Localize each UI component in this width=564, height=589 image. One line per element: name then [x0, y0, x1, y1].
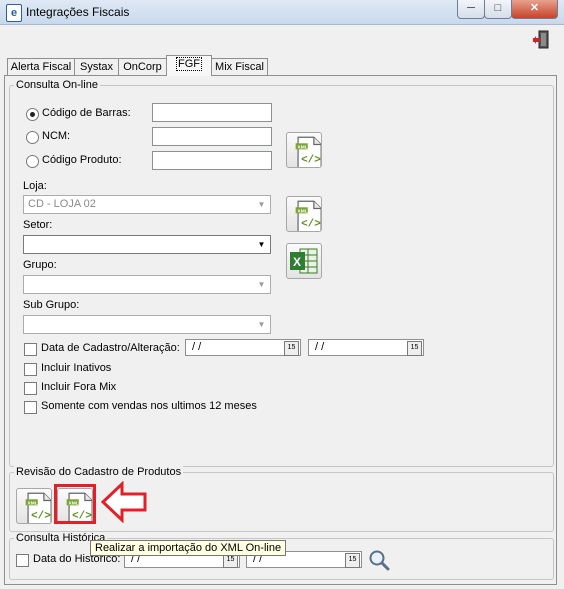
somente-vendas-checkbox[interactable]: [24, 401, 37, 414]
xml-loja-button[interactable]: [286, 196, 322, 232]
label-data-cadastro: Data de Cadastro/Alteração:: [41, 342, 180, 354]
label-loja: Loja:: [23, 180, 47, 192]
label-somente-vendas: Somente com vendas nos ultimos 12 meses: [41, 400, 257, 412]
label-ncm: NCM:: [42, 130, 71, 142]
chevron-down-icon: ▼: [257, 280, 266, 289]
xml-revisao-button[interactable]: [16, 488, 52, 524]
calendar-icon[interactable]: 15: [284, 341, 299, 356]
arrow-left-icon: [100, 481, 147, 523]
date-to-value: / /: [315, 341, 325, 353]
svg-text:X: X: [293, 255, 301, 269]
radio-codigo-produto[interactable]: [26, 155, 39, 168]
exit-door-icon[interactable]: [532, 30, 550, 50]
consulta-online-legend: Consulta On-line: [14, 79, 100, 91]
chevron-down-icon: ▼: [257, 240, 266, 249]
label-incluir-inativos: Incluir Inativos: [41, 362, 112, 374]
revisao-legend: Revisão do Cadastro de Produtos: [14, 466, 184, 478]
app-icon: e: [6, 4, 22, 22]
label-grupo: Grupo:: [23, 259, 57, 271]
label-subgrupo: Sub Grupo:: [23, 299, 80, 311]
label-incluir-fora-mix: Incluir Fora Mix: [41, 381, 117, 393]
tab-mix-fiscal[interactable]: Mix Fiscal: [211, 58, 268, 76]
setor-select[interactable]: ▼: [23, 235, 271, 254]
xml-consulta-button[interactable]: [286, 132, 322, 168]
calendar-icon[interactable]: 15: [345, 553, 360, 568]
radio-codigo-barras[interactable]: [26, 108, 39, 121]
search-historico-button[interactable]: [367, 548, 391, 572]
data-cadastro-to[interactable]: / / 15: [308, 339, 424, 356]
tooltip: Realizar a importação do XML On-line: [90, 540, 287, 556]
data-cadastro-checkbox[interactable]: [24, 343, 37, 356]
codigo-produto-input[interactable]: [152, 151, 272, 170]
excel-icon: X: [290, 248, 318, 274]
excel-export-button[interactable]: X: [286, 243, 322, 279]
tab-alerta-fiscal[interactable]: Alerta Fiscal: [7, 58, 75, 76]
xml-file-icon: [287, 133, 321, 167]
tab-systax[interactable]: Systax: [74, 58, 119, 76]
maximize-button[interactable]: □: [484, 0, 512, 19]
window-title: Integrações Fiscais: [26, 5, 130, 19]
radio-ncm[interactable]: [26, 131, 39, 144]
highlight-box: [54, 484, 96, 524]
calendar-icon[interactable]: 15: [407, 341, 422, 356]
xml-file-icon: [287, 197, 321, 231]
date-from-value: / /: [192, 341, 202, 353]
chevron-down-icon: ▼: [257, 320, 266, 329]
tab-oncorp[interactable]: OnCorp: [118, 58, 167, 76]
subgrupo-select[interactable]: ▼: [23, 315, 271, 334]
codigo-barras-input[interactable]: [152, 103, 272, 122]
grupo-select[interactable]: ▼: [23, 275, 271, 294]
incluir-inativos-checkbox[interactable]: [24, 363, 37, 376]
ncm-input[interactable]: [152, 127, 272, 146]
close-button[interactable]: ✕: [511, 0, 558, 19]
label-codigo-produto: Código Produto:: [42, 154, 122, 166]
xml-file-icon: [17, 489, 51, 523]
incluir-fora-mix-checkbox[interactable]: [24, 382, 37, 395]
label-codigo-barras: Código de Barras:: [42, 107, 131, 119]
data-historico-checkbox[interactable]: [16, 554, 29, 567]
chevron-down-icon: ▼: [257, 200, 266, 209]
loja-select[interactable]: CD - LOJA 02 ▼: [23, 195, 271, 214]
label-setor: Setor:: [23, 219, 53, 231]
magnifier-icon: [369, 550, 390, 571]
tab-fgf[interactable]: FGF: [166, 55, 212, 76]
minimize-button[interactable]: ─: [457, 0, 485, 19]
data-cadastro-from[interactable]: / / 15: [185, 339, 301, 356]
loja-value: CD - LOJA 02: [28, 198, 96, 210]
